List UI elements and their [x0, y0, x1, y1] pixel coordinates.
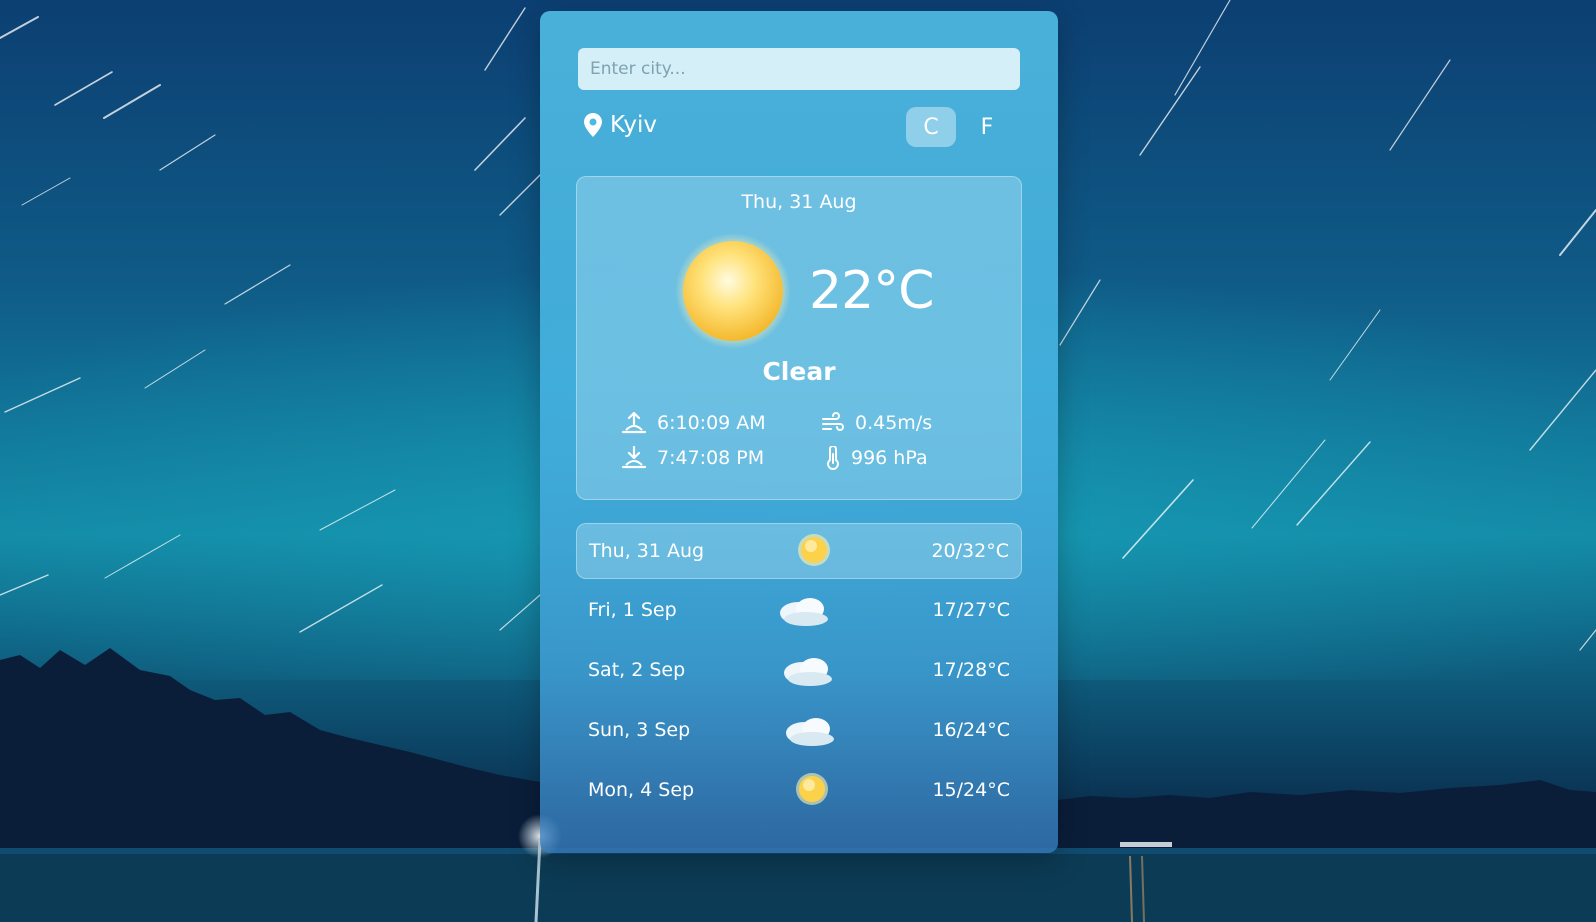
weather-condition: Clear [762, 357, 836, 386]
celsius-button[interactable]: C [906, 107, 956, 147]
forecast-day: Mon, 4 Sep [588, 779, 695, 801]
forecast-day-row[interactable]: Thu, 31 Aug 20/32°C [576, 523, 1022, 579]
weather-card: Kyiv C F Thu, 31 Aug [540, 11, 1058, 853]
sunrise-stat: 6:10:09 AM [621, 411, 766, 435]
cloud-icon [774, 591, 834, 635]
forecast-temp-range: 16/24°C [932, 719, 1010, 741]
pressure-value: 996 hPa [851, 447, 928, 469]
forecast-day-row[interactable]: Fri, 1 Sep 17/27°C [576, 583, 1022, 639]
sun-icon [675, 233, 791, 353]
current-location: Kyiv [584, 112, 657, 138]
forecast-day: Thu, 31 Aug [589, 540, 705, 562]
forecast-day-row[interactable]: Sat, 2 Sep 17/28°C [576, 643, 1022, 699]
forecast-day: Sun, 3 Sep [588, 719, 691, 741]
map-pin-icon [584, 113, 602, 137]
sunset-icon [621, 446, 647, 470]
pressure-stat: 996 hPa [825, 446, 928, 470]
forecast-day: Fri, 1 Sep [588, 599, 677, 621]
forecast-day: Sat, 2 Sep [588, 659, 686, 681]
forecast-temp-range: 20/32°C [931, 540, 1009, 562]
forecast-list: Thu, 31 Aug 20/32°C Fri, 1 Sep 17/27°C S… [576, 523, 1022, 823]
current-date: Thu, 31 Aug [741, 191, 857, 213]
forecast-temp-range: 17/28°C [932, 659, 1010, 681]
forecast-temp-range: 17/27°C [932, 599, 1010, 621]
city-name: Kyiv [610, 112, 658, 138]
forecast-day-row[interactable]: Sun, 3 Sep 16/24°C [576, 703, 1022, 759]
cloud-icon [778, 651, 838, 695]
current-temperature: 22°C [809, 261, 934, 321]
sun-icon [794, 771, 830, 811]
wind-stat: 0.45m/s [821, 411, 932, 435]
wind-icon [821, 411, 845, 435]
sunset-stat: 7:47:08 PM [621, 446, 764, 470]
forecast-day-row[interactable]: Mon, 4 Sep 15/24°C [576, 763, 1022, 819]
unit-toggle: C F [906, 107, 1012, 147]
thermometer-icon [825, 446, 841, 470]
fahrenheit-button[interactable]: F [962, 107, 1012, 147]
sunrise-icon [621, 411, 647, 435]
sun-icon [796, 532, 832, 572]
forecast-temp-range: 15/24°C [932, 779, 1010, 801]
sunrise-time: 6:10:09 AM [657, 412, 766, 434]
cloud-icon [780, 711, 840, 755]
wind-speed: 0.45m/s [855, 412, 933, 434]
current-weather-panel: Thu, 31 Aug 22°C Clear 6:10:09 AM 7:47:0… [576, 176, 1022, 500]
sunset-time: 7:47:08 PM [657, 447, 765, 469]
city-search-input[interactable] [578, 48, 1020, 90]
